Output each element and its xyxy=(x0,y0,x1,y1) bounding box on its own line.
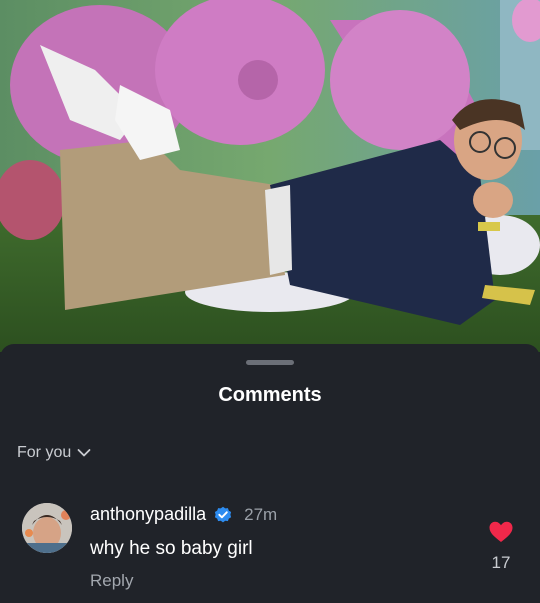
post-photo xyxy=(0,0,540,352)
avatar[interactable] xyxy=(22,503,72,553)
like-button[interactable] xyxy=(486,520,516,549)
reply-button[interactable]: Reply xyxy=(90,571,133,591)
comment-filter-dropdown[interactable]: For you xyxy=(17,444,91,462)
heart-icon xyxy=(488,521,514,548)
comment-username[interactable]: anthonypadilla xyxy=(90,504,206,525)
filter-label: For you xyxy=(17,444,72,461)
comment-text: why he so baby girl xyxy=(90,538,253,559)
sheet-drag-handle[interactable] xyxy=(246,360,294,365)
comments-title: Comments xyxy=(218,384,322,406)
chevron-down-icon xyxy=(77,448,91,458)
comment-meta: anthonypadilla 27m xyxy=(90,504,277,525)
comment-item: anthonypadilla 27m why he so baby girl R… xyxy=(0,500,540,600)
like-count: 17 xyxy=(491,553,511,572)
comment-time: 27m xyxy=(244,504,278,524)
comments-sheet: Comments For you anthonypadilla 27m why … xyxy=(0,344,540,603)
verified-badge-icon xyxy=(214,506,232,524)
